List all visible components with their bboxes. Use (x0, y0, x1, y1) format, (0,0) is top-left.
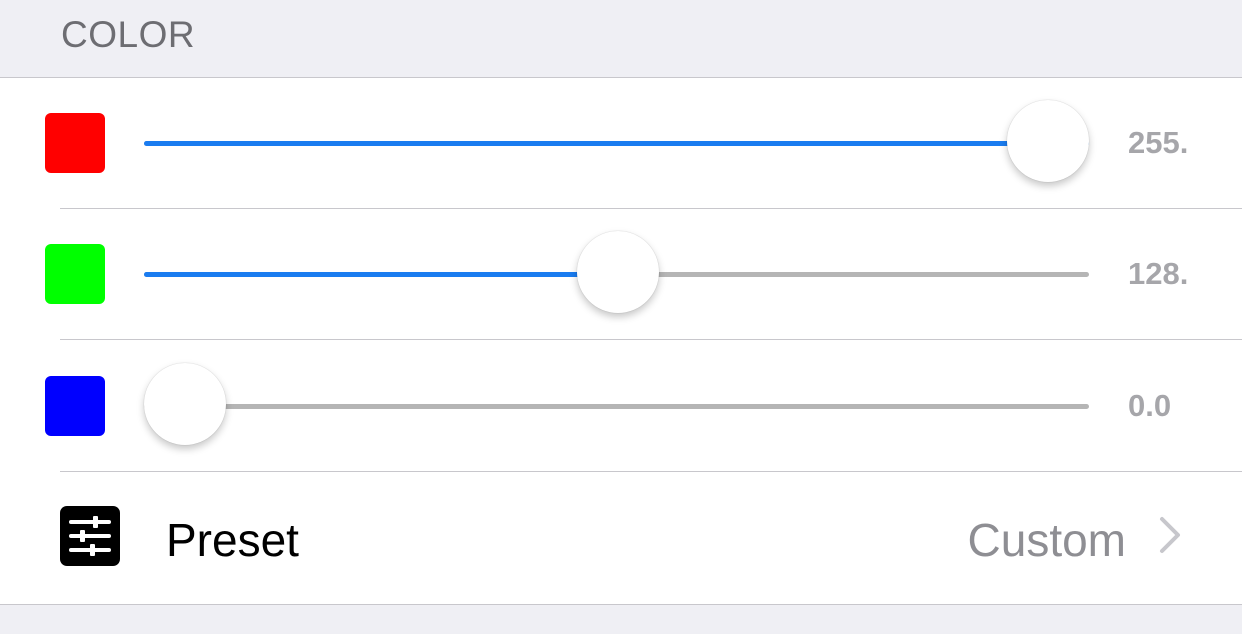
red-value-label: 255. (1128, 125, 1189, 160)
red-slider-track[interactable] (144, 141, 1089, 146)
blue-value-label: 0.0 (1128, 388, 1172, 423)
preset-value: Custom (967, 514, 1126, 566)
green-swatch (45, 244, 105, 304)
red-slider-thumb[interactable] (1007, 100, 1089, 182)
blue-slider-track[interactable] (144, 404, 1089, 409)
row-divider (60, 339, 1242, 340)
preset-row[interactable]: Preset Custom (0, 473, 1242, 604)
blue-slider-row: 0.0 (0, 341, 1242, 472)
sliders-icon (60, 506, 120, 566)
green-slider-thumb[interactable] (577, 231, 660, 313)
green-slider-fill (144, 272, 619, 277)
green-slider-row: 128. (0, 209, 1242, 340)
preset-label: Preset (166, 514, 299, 566)
blue-slider-thumb[interactable] (144, 363, 226, 445)
section-title: COLOR (61, 14, 196, 55)
row-divider (60, 471, 1242, 472)
red-slider-fill (144, 141, 1089, 146)
red-slider-row: 255. (0, 78, 1242, 209)
green-value-label: 128. (1128, 256, 1189, 291)
color-settings-group: 255. 128. 0.0 Preset Custom (0, 78, 1242, 605)
red-swatch (45, 113, 105, 173)
chevron-right-icon (1152, 515, 1192, 555)
section-header: COLOR (0, 0, 1242, 78)
blue-swatch (45, 376, 105, 436)
